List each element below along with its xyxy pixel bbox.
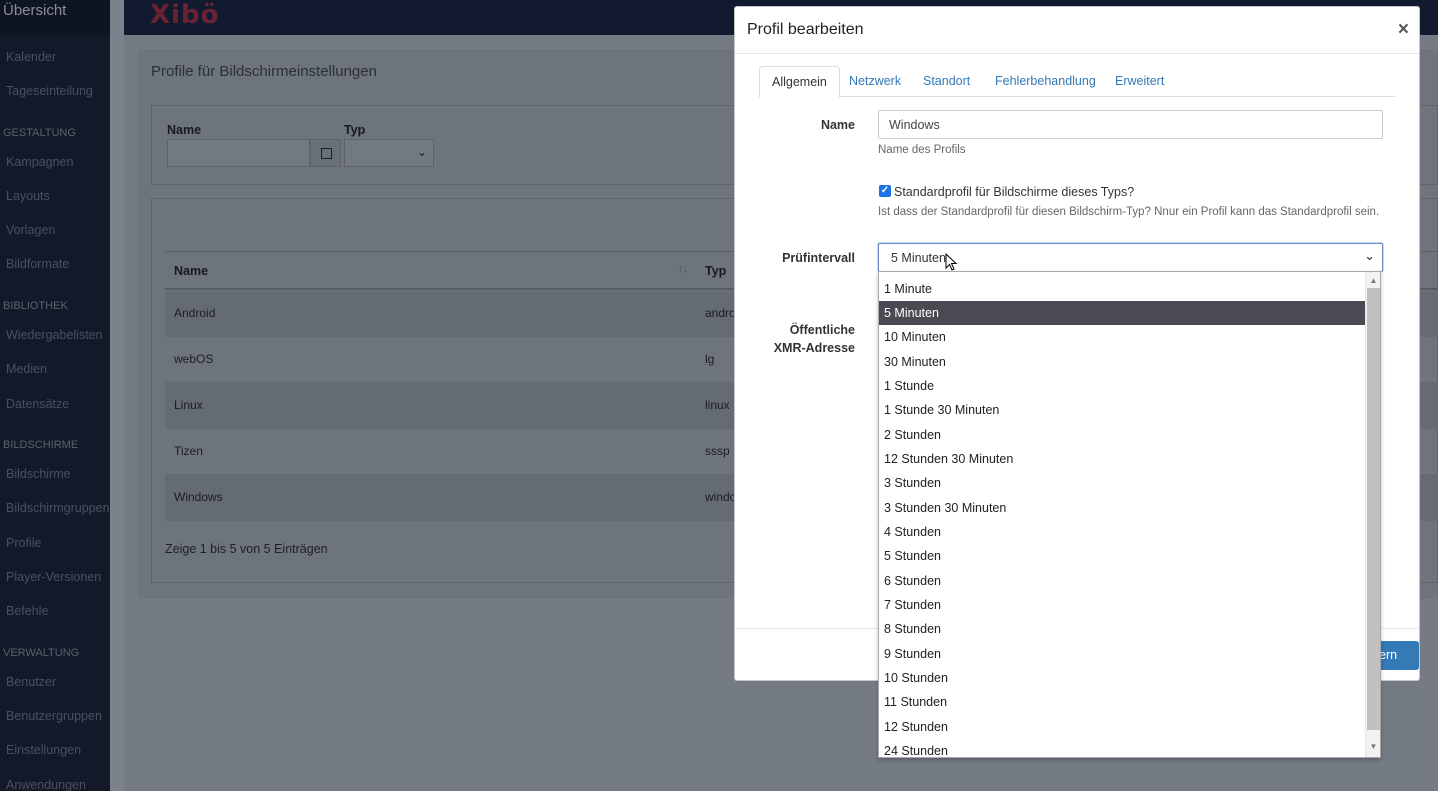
tab-standort[interactable]: Standort — [911, 66, 982, 97]
name-field-help: Name des Profils — [878, 144, 966, 156]
name-field-label: Name — [820, 118, 855, 132]
interval-option[interactable]: 5 Stunden — [879, 544, 1366, 568]
interval-option[interactable]: 3 Stunden 30 Minuten — [879, 496, 1366, 520]
tab-netzwerk[interactable]: Netzwerk — [837, 66, 913, 97]
column-header-name[interactable]: Name — [174, 264, 208, 278]
sidebar-item-kampagnen[interactable]: Kampagnen — [6, 155, 73, 169]
xibo-logo[interactable]: Xibö — [150, 0, 219, 30]
sidebar-item-benutzer[interactable]: Benutzer — [6, 675, 56, 689]
row-name: Android — [174, 306, 216, 320]
table-info: Zeige 1 bis 5 von 5 Einträgen — [165, 542, 328, 556]
row-type: andro — [705, 306, 736, 320]
interval-option[interactable]: 3 Stunden — [879, 471, 1366, 495]
column-header-type[interactable]: Typ — [705, 264, 726, 278]
interval-option[interactable]: 12 Stunden — [879, 715, 1366, 739]
interval-option[interactable]: 30 Minuten — [879, 350, 1366, 374]
sidebar-section-verwaltung: VERWALTUNG — [3, 647, 80, 659]
sidebar-item-layouts[interactable]: Layouts — [6, 189, 50, 203]
interval-option[interactable]: 8 Stunden — [879, 617, 1366, 641]
close-icon[interactable]: × — [1398, 19, 1409, 41]
modal-header: Profil bearbeiten × — [735, 7, 1419, 54]
sidebar-section-bildschirme: BILDSCHIRME — [3, 439, 79, 451]
sidebar-item-kalender[interactable]: Kalender — [6, 50, 56, 64]
scroll-up-arrow-icon[interactable]: ▲ — [1368, 275, 1379, 286]
sort-icon[interactable]: ↑↓ — [678, 264, 688, 275]
sidebar-item-vorlagen[interactable]: Vorlagen — [6, 223, 55, 237]
page-title: Profile für Bildschirmeinstellungen — [151, 63, 377, 80]
interval-option[interactable]: 10 Minuten — [879, 325, 1366, 349]
filter-type-select[interactable]: ⌄ — [344, 139, 434, 167]
sidebar-item-anwendungen[interactable]: Anwendungen — [6, 778, 86, 791]
interval-label: Prüfintervall — [782, 251, 855, 265]
default-profile-checkbox[interactable]: ✓ — [879, 185, 891, 197]
row-name: Windows — [174, 490, 223, 504]
interval-option[interactable]: 1 Stunde 30 Minuten — [879, 398, 1366, 422]
tab-allgemein[interactable]: Allgemein — [759, 66, 840, 98]
row-type: linux — [705, 398, 730, 412]
interval-option[interactable]: 1 Stunde — [879, 374, 1366, 398]
row-type: lg — [705, 352, 715, 366]
interval-option[interactable]: 24 Stunden — [879, 739, 1366, 757]
interval-option-selected[interactable]: 5 Minuten — [879, 301, 1366, 325]
xmr-label-line1: Öffentliche — [789, 323, 855, 337]
interval-option[interactable]: 6 Stunden — [879, 569, 1366, 593]
interval-option[interactable]: 7 Stunden — [879, 593, 1366, 617]
mouse-cursor-icon — [945, 253, 957, 271]
sidebar-section-bibliothek: BIBLIOTHEK — [3, 300, 68, 312]
sidebar-item-bildschirme[interactable]: Bildschirme — [6, 467, 71, 481]
interval-option[interactable]: 4 Stunden — [879, 520, 1366, 544]
sidebar-section-gestaltung: GESTALTUNG — [3, 127, 76, 139]
filter-type-label: Typ — [344, 123, 366, 137]
sidebar-item-einstellungen[interactable]: Einstellungen — [6, 743, 81, 757]
filter-name-label: Name — [167, 123, 202, 137]
interval-select-value: 5 Minuten — [891, 251, 946, 265]
sidebar-item-benutzergruppen[interactable]: Benutzergruppen — [6, 709, 102, 723]
row-name: Linux — [174, 398, 203, 412]
sidebar-item-bildformate[interactable]: Bildformate — [6, 257, 69, 271]
modal-title: Profil bearbeiten — [747, 21, 864, 38]
sidebar-item-profile[interactable]: Profile — [6, 536, 41, 550]
filter-name-input[interactable] — [167, 139, 310, 167]
dropdown-scrollbar[interactable]: ▲ ▼ — [1365, 272, 1380, 757]
scroll-down-arrow-icon[interactable]: ▼ — [1368, 741, 1379, 752]
sidebar-item-bildschirmgruppen[interactable]: Bildschirmgruppen — [6, 501, 110, 515]
row-type: windo — [705, 490, 737, 504]
xmr-label-line2: XMR-Adresse — [773, 341, 855, 355]
modal-tabs: Allgemein Netzwerk Standort Fehlerbehand… — [759, 66, 1395, 98]
interval-option[interactable]: 10 Stunden — [879, 666, 1366, 690]
row-name: Tizen — [174, 444, 203, 458]
sidebar-item-tageseinteilung[interactable]: Tageseinteilung — [6, 84, 93, 98]
sidebar-item-befehle[interactable]: Befehle — [6, 604, 48, 618]
row-type: sssp — [705, 444, 730, 458]
sidebar-item-medien[interactable]: Medien — [6, 362, 47, 376]
checkbox-icon — [321, 148, 332, 159]
interval-option[interactable]: 11 Stunden — [879, 690, 1366, 714]
scrollbar-thumb[interactable] — [1367, 288, 1380, 730]
row-name: webOS — [174, 352, 214, 366]
chevron-down-icon: ⌄ — [1364, 248, 1375, 263]
sidebar-dashboard-link[interactable]: Übersicht — [0, 0, 110, 35]
interval-dropdown-list: 1 Minute 5 Minuten 10 Minuten 30 Minuten… — [878, 271, 1381, 758]
sidebar-gutter — [110, 0, 124, 791]
sidebar-item-datensaetze[interactable]: Datensätze — [6, 397, 69, 411]
default-profile-label[interactable]: Standardprofil für Bildschirme dieses Ty… — [894, 185, 1134, 199]
sidebar-item-player-versionen[interactable]: Player-Versionen — [6, 570, 101, 584]
sidebar-item-wiedergabelisten[interactable]: Wiedergabelisten — [6, 328, 103, 342]
interval-option[interactable]: 1 Minute — [879, 277, 1366, 301]
default-profile-help: Ist dass der Standardprofil für diesen B… — [878, 206, 1380, 218]
interval-option[interactable]: 9 Stunden — [879, 642, 1366, 666]
interval-option[interactable]: 12 Stunden 30 Minuten — [879, 447, 1366, 471]
tab-fehlerbehandlung[interactable]: Fehlerbehandlung — [983, 66, 1108, 97]
chevron-down-icon: ⌄ — [416, 145, 427, 159]
filter-exact-toggle[interactable] — [310, 139, 341, 167]
tab-erweitert[interactable]: Erweitert — [1103, 66, 1176, 97]
interval-option[interactable]: 2 Stunden — [879, 423, 1366, 447]
save-button[interactable]: ern — [1376, 641, 1419, 670]
sidebar: Übersicht Kalender Tageseinteilung GESTA… — [0, 0, 110, 791]
name-field[interactable] — [878, 110, 1383, 139]
